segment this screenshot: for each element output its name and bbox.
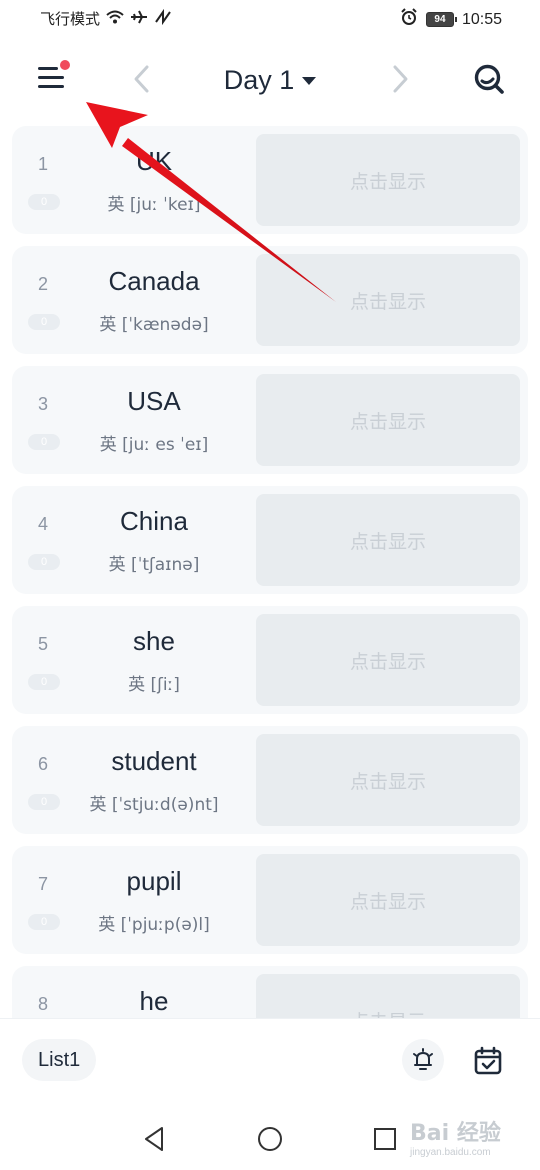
word-text: China	[120, 506, 188, 536]
word-text: she	[133, 626, 175, 656]
next-day-button[interactable]	[386, 64, 414, 94]
signal-off-icon	[154, 8, 172, 29]
calendar-button[interactable]	[466, 1039, 510, 1083]
reveal-label: 点击显示	[350, 1007, 426, 1019]
battery-icon: 94	[425, 12, 457, 27]
back-triangle-icon	[145, 1127, 163, 1151]
reveal-label: 点击显示	[349, 890, 426, 913]
recents-square-icon	[374, 1128, 396, 1150]
clock-time: 10:55	[461, 10, 502, 28]
chevron-left-icon	[134, 65, 149, 93]
phonetic-text: 英 [ʃiː]	[128, 675, 180, 695]
previous-day-button[interactable]	[128, 64, 156, 94]
app-screen: 飞行模式 94 10:55 Day 1 1 0 UK 英 [juː ˈkeɪ] …	[0, 0, 540, 1170]
reminder-button[interactable]	[402, 1039, 444, 1081]
reveal-label: 点击显示	[349, 170, 426, 193]
caret-down-icon	[302, 77, 317, 85]
review-count-badge: 0	[28, 194, 60, 210]
home-button[interactable]	[255, 1124, 285, 1154]
back-button[interactable]	[140, 1124, 170, 1154]
calendar-check-icon	[474, 1046, 502, 1075]
status-bar: 飞行模式 94 10:55	[0, 0, 540, 38]
list-label: List1	[38, 1048, 81, 1071]
reveal-meaning-button[interactable]: 点击显示	[256, 374, 520, 466]
reveal-meaning-button[interactable]: 点击显示	[256, 254, 520, 346]
word-card[interactable]: 7 0 pupil 英 [ˈpjuːp(ə)l] 点击显示	[12, 846, 528, 954]
word-text: UK	[135, 146, 173, 176]
word-text: he	[139, 986, 169, 1016]
day-selector[interactable]: Day 1	[200, 60, 340, 100]
wifi-icon	[106, 10, 124, 28]
day-title: Day 1	[223, 64, 295, 95]
word-text: pupil	[126, 866, 182, 896]
word-number: 3	[38, 394, 49, 414]
reveal-meaning-button[interactable]: 点击显示	[256, 134, 520, 226]
chevron-right-icon	[393, 65, 408, 93]
baidu-watermark: Bai 经验 jingyan.baidu.com	[410, 1115, 530, 1165]
menu-button[interactable]	[36, 60, 70, 92]
word-number: 5	[38, 634, 49, 654]
word-card[interactable]: 3 0 USA 英 [juː es ˈeɪ] 点击显示	[12, 366, 528, 474]
reveal-label: 点击显示	[349, 530, 426, 553]
word-card[interactable]: 1 0 UK 英 [juː ˈkeɪ] 点击显示	[12, 126, 528, 234]
reveal-meaning-button[interactable]: 点击显示	[256, 734, 520, 826]
word-card[interactable]: 4 0 China 英 [ˈtʃaɪnə] 点击显示	[12, 486, 528, 594]
review-count-badge: 0	[28, 914, 60, 930]
watermark-logo: Bai 经验	[410, 1121, 501, 1146]
reveal-label: 点击显示	[349, 770, 426, 793]
reveal-label: 点击显示	[349, 650, 426, 673]
bottom-toolbar: List1	[0, 1018, 540, 1106]
word-text: USA	[127, 386, 181, 416]
reveal-meaning-button[interactable]: 点击显示	[256, 614, 520, 706]
alarm-clock-icon	[400, 8, 418, 31]
word-card[interactable]: 8 he 点击显示	[12, 966, 528, 1018]
word-card[interactable]: 6 0 student 英 [ˈstjuːd(ə)nt] 点击显示	[12, 726, 528, 834]
airplane-mode-text: 飞行模式	[40, 10, 101, 28]
home-circle-icon	[258, 1127, 282, 1151]
word-number: 8	[38, 994, 49, 1014]
word-number: 2	[38, 274, 49, 294]
phonetic-text: 英 [ˈtʃaɪnə]	[108, 555, 200, 575]
search-icon	[474, 64, 504, 94]
review-count-badge: 0	[28, 314, 60, 330]
phonetic-text: 英 [juː ˈkeɪ]	[107, 195, 201, 215]
alarm-icon	[413, 1048, 433, 1070]
word-text: Canada	[108, 266, 200, 296]
review-count-badge: 0	[28, 794, 60, 810]
review-count-badge: 0	[28, 674, 60, 690]
reveal-label: 点击显示	[349, 290, 426, 313]
word-card[interactable]: 5 0 she 英 [ʃiː] 点击显示	[12, 606, 528, 714]
watermark-url: jingyan.baidu.com	[410, 1147, 491, 1158]
word-text: student	[111, 746, 197, 776]
review-count-badge: 0	[28, 434, 60, 450]
phonetic-text: 英 [ˈkænədə]	[99, 315, 209, 335]
reveal-meaning-button[interactable]: 点击显示	[256, 854, 520, 946]
status-left: 飞行模式	[40, 8, 172, 29]
word-number: 1	[38, 154, 49, 174]
header: Day 1	[0, 44, 540, 116]
reveal-meaning-button[interactable]: 点击显示	[256, 494, 520, 586]
search-button[interactable]	[472, 62, 506, 96]
word-number: 4	[38, 514, 49, 534]
review-count-badge: 0	[28, 554, 60, 570]
phonetic-text: 英 [ˈstjuːd(ə)nt]	[89, 795, 219, 815]
airplane-icon	[130, 9, 148, 29]
word-list-button[interactable]: List1	[22, 1039, 97, 1081]
word-list: 1 0 UK 英 [juː ˈkeɪ] 点击显示 2 0 Canada 英 [ˈ…	[0, 126, 540, 1018]
word-number: 7	[38, 874, 49, 894]
recents-button[interactable]	[370, 1124, 400, 1154]
reveal-meaning-button[interactable]: 点击显示	[256, 974, 520, 1018]
phonetic-text: 英 [ˈpjuːp(ə)l]	[98, 915, 210, 935]
notification-dot	[60, 60, 70, 70]
phonetic-text: 英 [juː es ˈeɪ]	[99, 435, 209, 455]
word-card[interactable]: 2 0 Canada 英 [ˈkænədə] 点击显示	[12, 246, 528, 354]
reveal-label: 点击显示	[349, 410, 426, 433]
status-right: 94 10:55	[400, 8, 502, 31]
word-number: 6	[38, 754, 49, 774]
